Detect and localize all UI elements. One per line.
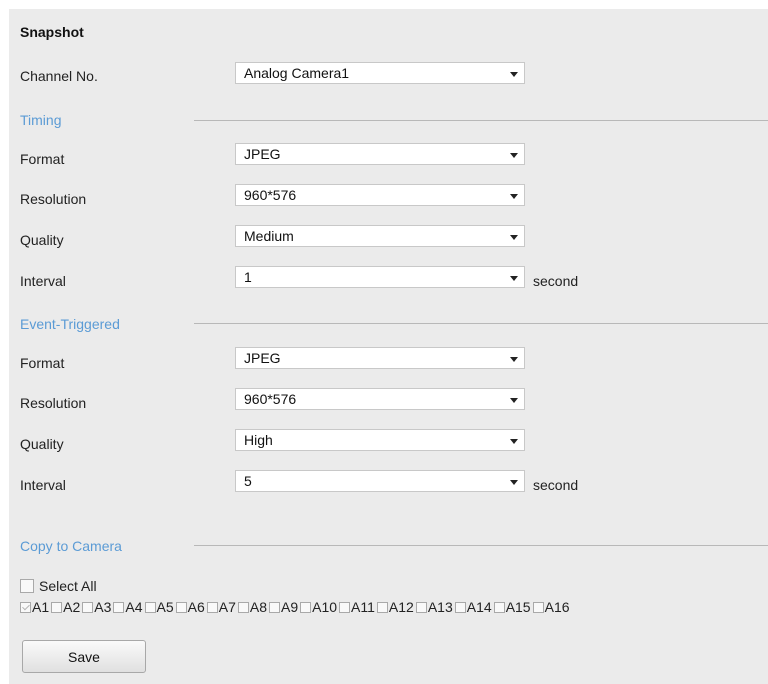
chevron-down-icon: [510, 72, 518, 77]
timing-quality-value: Medium: [244, 228, 294, 244]
select-all-checkbox[interactable]: [20, 579, 34, 593]
camera-option[interactable]: A4: [113, 599, 143, 615]
camera-label: A13: [427, 599, 453, 615]
camera-label: A9: [281, 599, 299, 615]
camera-checkbox[interactable]: [376, 602, 388, 613]
timing-quality-label: Quality: [20, 232, 64, 248]
save-button[interactable]: Save: [22, 640, 146, 673]
event-format-value: JPEG: [244, 350, 281, 366]
channel-select[interactable]: Analog Camera1: [235, 62, 525, 84]
camera-checkbox-list: A1 A2 A3 A4 A5 A6 A7 A8 A9 A10 A11 A12 A13 A14 A15 A16: [20, 599, 572, 615]
camera-checkbox[interactable]: [339, 602, 351, 613]
event-resolution-label: Resolution: [20, 395, 87, 411]
camera-label: A1: [32, 599, 50, 615]
chevron-down-icon: [510, 357, 518, 362]
camera-checkbox[interactable]: [113, 602, 125, 613]
event-interval-label: Interval: [20, 477, 66, 493]
event-quality-select[interactable]: High: [235, 429, 525, 451]
timing-resolution-value: 960*576: [244, 187, 297, 203]
timing-interval-label: Interval: [20, 273, 66, 289]
event-interval-value: 5: [244, 473, 252, 489]
select-all-label: Select All: [39, 578, 97, 594]
divider: [194, 120, 768, 121]
section-copy-to-camera: Copy to Camera: [20, 538, 122, 554]
chevron-down-icon: [510, 235, 518, 240]
camera-option[interactable]: A6: [175, 599, 205, 615]
camera-option[interactable]: A13: [415, 599, 453, 615]
timing-resolution-select[interactable]: 960*576: [235, 184, 525, 206]
camera-label: A16: [544, 599, 570, 615]
camera-label: A14: [466, 599, 492, 615]
camera-label: A4: [125, 599, 143, 615]
timing-interval-unit: second: [533, 273, 579, 289]
camera-option[interactable]: A7: [206, 599, 236, 615]
event-resolution-select[interactable]: 960*576: [235, 388, 525, 410]
camera-option[interactable]: A11: [339, 599, 375, 615]
timing-resolution-label: Resolution: [20, 191, 87, 207]
camera-option[interactable]: A12: [376, 599, 414, 615]
timing-quality-select[interactable]: Medium: [235, 225, 525, 247]
event-resolution-value: 960*576: [244, 391, 297, 407]
camera-checkbox[interactable]: [532, 602, 544, 613]
timing-format-label: Format: [20, 151, 65, 167]
camera-checkbox[interactable]: [454, 602, 466, 613]
chevron-down-icon: [510, 153, 518, 158]
camera-label: A7: [218, 599, 236, 615]
camera-checkbox[interactable]: [82, 602, 94, 613]
camera-checkbox[interactable]: [20, 602, 31, 613]
camera-checkbox[interactable]: [144, 602, 156, 613]
divider: [194, 545, 768, 546]
channel-value: Analog Camera1: [244, 65, 350, 81]
snapshot-panel: Snapshot Channel No. Analog Camera1 Timi…: [9, 9, 768, 684]
camera-label: A11: [351, 599, 375, 615]
section-timing: Timing: [20, 112, 62, 128]
event-interval-unit: second: [533, 477, 579, 493]
camera-option[interactable]: A14: [454, 599, 492, 615]
camera-option[interactable]: A8: [237, 599, 267, 615]
event-quality-value: High: [244, 432, 273, 448]
camera-label: A6: [187, 599, 205, 615]
camera-checkbox[interactable]: [269, 602, 280, 613]
chevron-down-icon: [510, 276, 518, 281]
camera-label: A2: [63, 599, 81, 615]
camera-label: A8: [249, 599, 267, 615]
camera-label: A3: [94, 599, 112, 615]
section-event-triggered: Event-Triggered: [20, 316, 120, 332]
camera-option[interactable]: A15: [493, 599, 531, 615]
camera-label: A5: [156, 599, 174, 615]
camera-label: A15: [505, 599, 531, 615]
timing-interval-select[interactable]: 1: [235, 266, 525, 288]
chevron-down-icon: [510, 439, 518, 444]
camera-option[interactable]: A16: [532, 599, 570, 615]
camera-checkbox[interactable]: [175, 602, 187, 613]
select-all[interactable]: Select All: [20, 578, 97, 594]
camera-checkbox[interactable]: [415, 602, 427, 613]
camera-checkbox[interactable]: [51, 602, 63, 613]
event-format-select[interactable]: JPEG: [235, 347, 525, 369]
camera-option[interactable]: A1: [20, 599, 49, 615]
camera-checkbox[interactable]: [300, 602, 312, 613]
camera-option[interactable]: A5: [144, 599, 174, 615]
timing-format-value: JPEG: [244, 146, 281, 162]
timing-format-select[interactable]: JPEG: [235, 143, 525, 165]
page-title: Snapshot: [20, 24, 84, 40]
chevron-down-icon: [510, 480, 518, 485]
event-interval-select[interactable]: 5: [235, 470, 525, 492]
camera-option[interactable]: A3: [82, 599, 111, 615]
event-format-label: Format: [20, 355, 65, 371]
camera-label: A12: [388, 599, 414, 615]
camera-option[interactable]: A9: [269, 599, 298, 615]
chevron-down-icon: [510, 194, 518, 199]
camera-label: A10: [312, 599, 338, 615]
camera-checkbox[interactable]: [237, 602, 249, 613]
event-quality-label: Quality: [20, 436, 64, 452]
camera-checkbox[interactable]: [206, 602, 218, 613]
divider: [194, 323, 768, 324]
camera-option[interactable]: A10: [300, 599, 337, 615]
camera-checkbox[interactable]: [493, 602, 505, 613]
channel-label: Channel No.: [20, 68, 98, 84]
camera-option[interactable]: A2: [51, 599, 80, 615]
timing-interval-value: 1: [244, 269, 252, 285]
chevron-down-icon: [510, 398, 518, 403]
